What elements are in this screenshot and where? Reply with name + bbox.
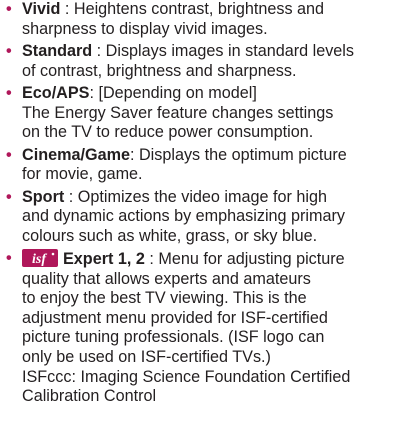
term-separator: : — [144, 250, 159, 269]
list-item-vivid: • Vivid : Heightens contrast, brightness… — [6, 0, 412, 39]
description-line: Displays the optimum picture — [138, 145, 347, 164]
description-line: Menu for adjusting picture — [158, 250, 345, 269]
bullet-icon: • — [6, 83, 12, 102]
description-line: sharpness to display vivid images. — [22, 19, 268, 38]
list-item-standard: • Standard : Displays images in standard… — [6, 41, 412, 81]
term-label: Standard — [22, 41, 93, 60]
bullet-icon: • — [6, 187, 12, 206]
list-item-cinema-game: • Cinema/Game: Displays the optimum pict… — [6, 145, 412, 185]
description-line: to enjoy the best TV viewing. This is th… — [22, 289, 307, 308]
term-label: Sport — [22, 187, 65, 206]
description-line: Displays images in standard levels — [105, 41, 354, 60]
description-line: Calibration Control — [22, 387, 157, 406]
description-line: picture tuning professionals. (ISF logo … — [22, 328, 325, 347]
term-label: Cinema/Game — [22, 145, 130, 164]
description-line: of contrast, brightness and sharpness. — [22, 61, 297, 80]
description-line: Heightens contrast, brightness and — [73, 0, 325, 18]
term-label: Eco/APS — [22, 83, 90, 102]
term-separator: : — [60, 0, 74, 18]
term-separator: : — [129, 145, 139, 164]
description-line: on the TV to reduce power consumption. — [22, 123, 314, 142]
description-line: [Depending on model] — [98, 83, 257, 102]
term-label: Expert 1, 2 — [63, 250, 145, 269]
description-line: colours such as white, grass, or sky blu… — [22, 226, 318, 245]
term-separator: : — [92, 41, 106, 60]
description-line: only be used on ISF-certified TVs.) — [22, 348, 271, 367]
term-label: Vivid — [22, 0, 61, 18]
isf-logo-icon: isf — [22, 249, 58, 268]
description-line: Optimizes the video image for high — [77, 187, 327, 206]
list-item-sport: • Sport : Optimizes the video image for … — [6, 187, 412, 247]
bullet-icon: • — [6, 249, 12, 268]
description-line: for movie, game. — [22, 165, 143, 184]
list-item-eco-aps: • Eco/APS: [Depending on model] The Ener… — [6, 83, 412, 143]
description-line: and dynamic actions by emphasizing prima… — [22, 207, 345, 226]
bullet-icon: • — [6, 145, 12, 164]
description-line: quality that allows experts and amateurs — [22, 269, 311, 288]
bullet-icon: • — [6, 0, 12, 18]
description-line: ISFccc: Imaging Science Foundation Certi… — [22, 367, 351, 386]
list-item-expert: • isf Expert 1, 2 : Menu for adjusting p… — [6, 249, 412, 407]
description-line: The Energy Saver feature changes setting… — [22, 103, 334, 122]
description-line: adjustment menu provided for ISF-certifi… — [22, 308, 328, 327]
bullet-icon: • — [6, 41, 12, 60]
term-separator: : — [64, 187, 78, 206]
isf-logo-text: isf — [32, 252, 47, 267]
picture-mode-list: • Vivid : Heightens contrast, brightness… — [0, 0, 412, 407]
